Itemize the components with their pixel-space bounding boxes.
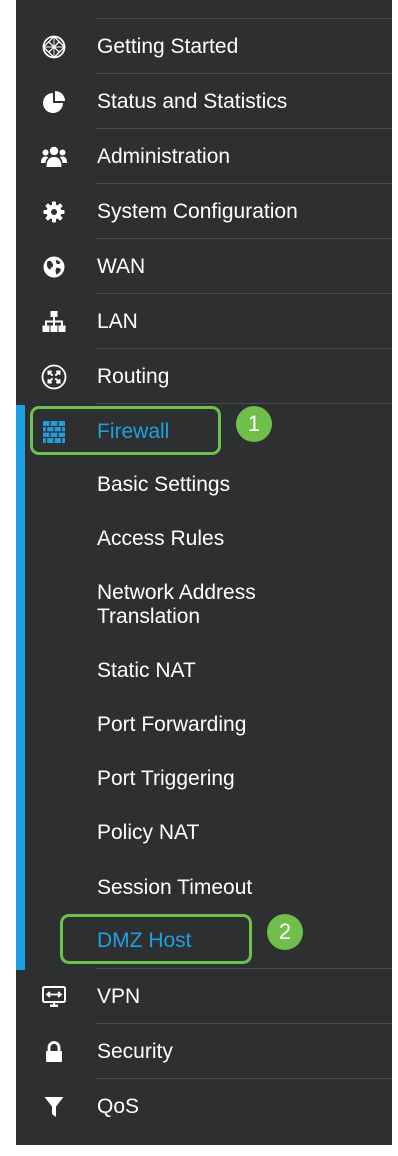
submenu-item-port-triggering[interactable]: Port Triggering (97, 767, 235, 791)
nav-item-administration[interactable]: Administration (16, 129, 392, 184)
router-icon (41, 364, 67, 390)
users-group-icon (41, 144, 67, 170)
nav-item-label: Administration (97, 145, 231, 168)
pie-chart-icon (41, 89, 67, 115)
nav-item-qos[interactable]: QoS (16, 1079, 392, 1134)
nav-item-status-and-statistics[interactable]: Status and Statistics (16, 74, 392, 129)
submenu-item-port-forwarding[interactable]: Port Forwarding (97, 713, 246, 737)
nav-item-label: VPN (97, 985, 141, 1008)
gear-icon (41, 199, 67, 225)
nav-item-label: Status and Statistics (97, 90, 288, 113)
vpn-icon (41, 984, 67, 1010)
submenu-item-access-rules[interactable]: Access Rules (97, 527, 224, 551)
step-badge-2: 2 (267, 914, 303, 950)
funnel-icon (41, 1094, 67, 1120)
nav-item-lan[interactable]: LAN (16, 294, 392, 349)
nav-item-label: QoS (97, 1095, 140, 1118)
submenu-item-network-address-translation[interactable]: Network Address Translation (97, 581, 317, 629)
step-badge-1: 1 (236, 406, 272, 442)
nav-item-label: Getting Started (97, 35, 239, 58)
highlight-box-dmz-host (60, 914, 252, 964)
submenu-item-static-nat[interactable]: Static NAT (97, 659, 196, 683)
nav-item-label: Security (97, 1040, 173, 1063)
globe-icon (41, 254, 67, 280)
nav-item-label: WAN (97, 255, 146, 278)
submenu-item-basic-settings[interactable]: Basic Settings (97, 473, 230, 497)
nav-item-wan[interactable]: WAN (16, 239, 392, 294)
nav-item-getting-started[interactable]: Getting Started (16, 19, 392, 74)
globe-grid-icon (41, 34, 67, 60)
network-tree-icon (41, 309, 67, 335)
active-section-accent (16, 405, 25, 970)
highlight-box-firewall (30, 406, 221, 455)
nav-item-vpn[interactable]: VPN (16, 969, 392, 1024)
sidebar-nav: Getting Started Status and Statistics Ad… (16, 0, 392, 1145)
nav-item-security[interactable]: Security (16, 1024, 392, 1079)
lock-icon (41, 1039, 67, 1065)
nav-item-label: LAN (97, 310, 138, 333)
nav-item-label: Routing (97, 365, 170, 388)
submenu-item-policy-nat[interactable]: Policy NAT (97, 821, 199, 845)
nav-item-system-configuration[interactable]: System Configuration (16, 184, 392, 239)
nav-item-label: System Configuration (97, 200, 298, 223)
nav-item-routing[interactable]: Routing (16, 349, 392, 404)
submenu-item-session-timeout[interactable]: Session Timeout (97, 876, 252, 900)
